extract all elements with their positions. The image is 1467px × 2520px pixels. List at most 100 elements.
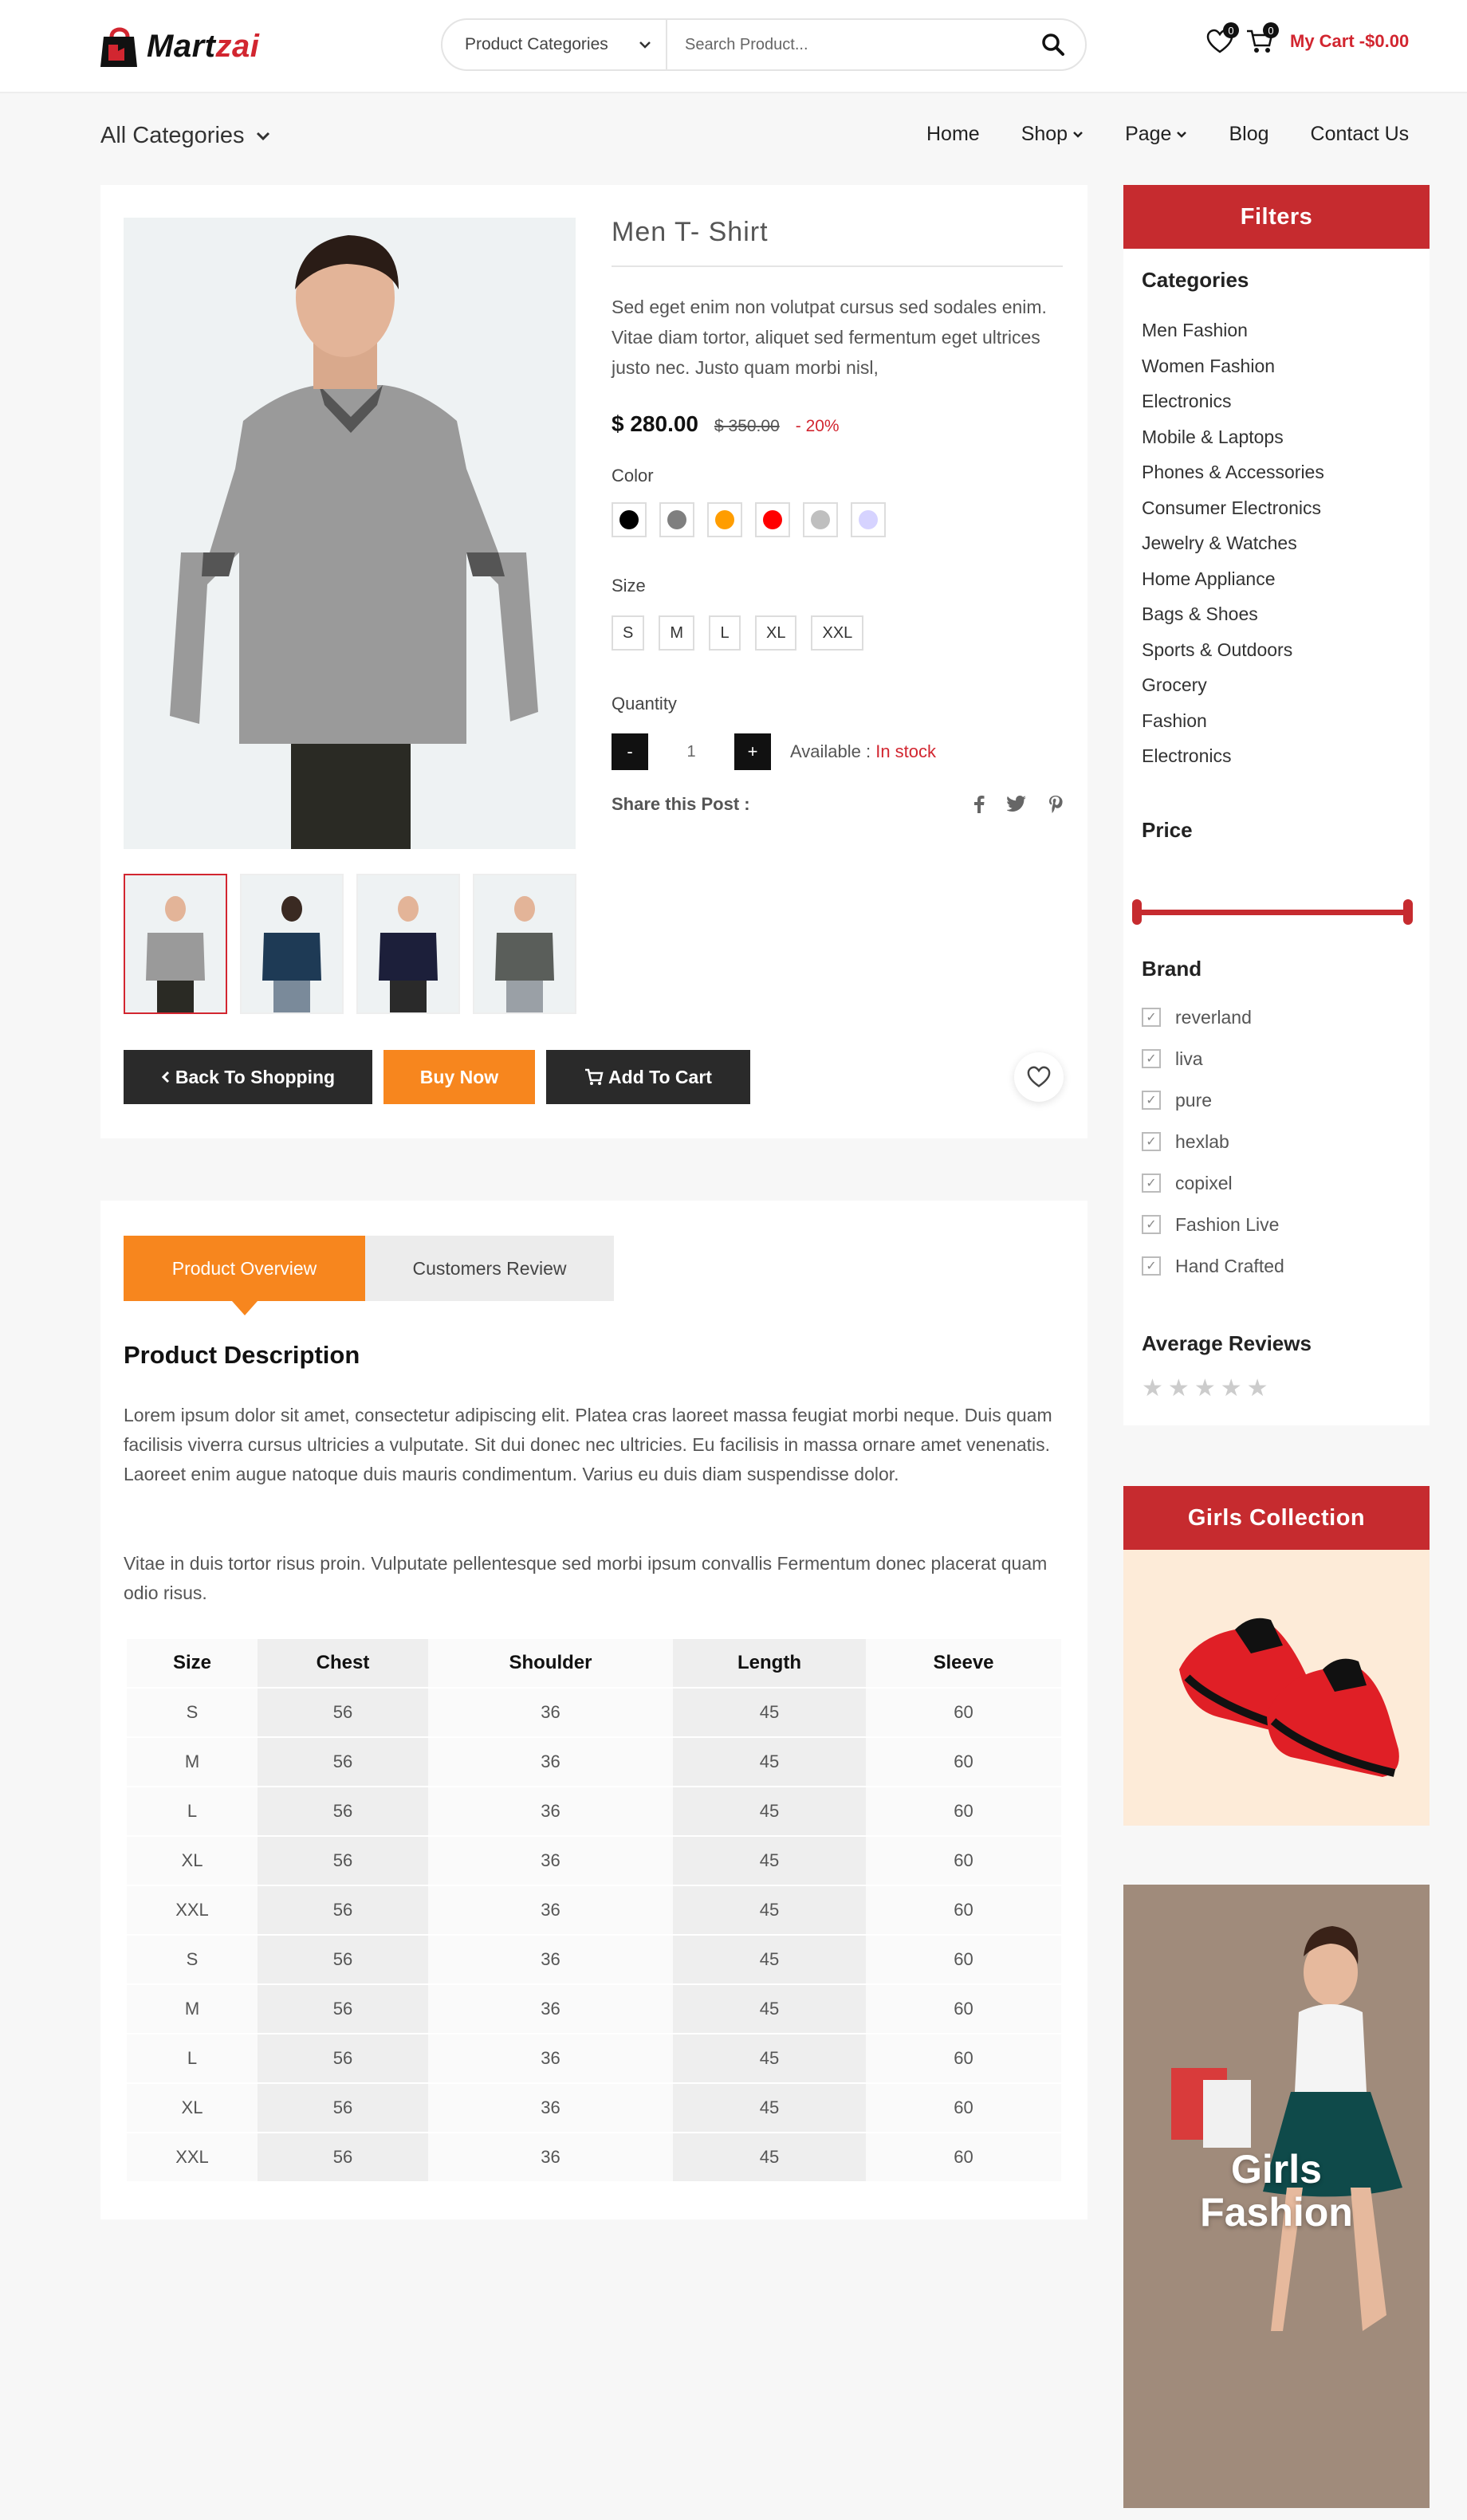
category-item-electronics-2[interactable]: Electronics xyxy=(1142,738,1324,774)
girls-fashion-line1: Girls xyxy=(1231,2147,1322,2192)
cart-button[interactable]: 0 xyxy=(1244,22,1279,57)
nav-page[interactable]: Page xyxy=(1125,123,1187,146)
category-item-phones-accessories[interactable]: Phones & Accessories xyxy=(1142,454,1324,490)
all-categories-dropdown[interactable]: All Categories xyxy=(100,123,270,149)
checkbox[interactable]: ✓ xyxy=(1142,1091,1161,1110)
category-item-sports-outdoors[interactable]: Sports & Outdoors xyxy=(1142,632,1324,668)
table-cell: 45 xyxy=(673,2082,866,2132)
size-option-l[interactable]: L xyxy=(709,615,741,651)
size-option-xxl[interactable]: XXL xyxy=(811,615,864,651)
category-item-men-fashion[interactable]: Men Fashion xyxy=(1142,313,1324,348)
category-select[interactable]: Product Categories xyxy=(442,20,667,69)
chevron-down-icon xyxy=(256,132,269,140)
brand-option-hand-crafted[interactable]: ✓ Hand Crafted xyxy=(1142,1245,1284,1287)
nav-shop[interactable]: Shop xyxy=(1021,123,1084,146)
checkbox[interactable]: ✓ xyxy=(1142,1132,1161,1151)
brand-option-reverland[interactable]: ✓ reverland xyxy=(1142,997,1284,1038)
brand-option-copixel[interactable]: ✓ copixel xyxy=(1142,1162,1284,1204)
category-item-home-appliance[interactable]: Home Appliance xyxy=(1142,561,1324,597)
table-cell: 45 xyxy=(673,1983,866,2033)
girls-collection-banner[interactable]: Girls Collection xyxy=(1123,1486,1430,1826)
table-cell: 36 xyxy=(428,1934,673,1983)
thumbnail-navy-back[interactable] xyxy=(240,874,344,1014)
category-item-women-fashion[interactable]: Women Fashion xyxy=(1142,348,1324,384)
thumbnail-image xyxy=(495,896,554,1012)
table-cell: 60 xyxy=(866,1885,1061,1934)
category-item-electronics[interactable]: Electronics xyxy=(1142,383,1324,419)
nav-blog[interactable]: Blog xyxy=(1229,123,1268,146)
star-icon[interactable]: ★ xyxy=(1221,1374,1242,1402)
nav-home[interactable]: Home xyxy=(926,123,980,146)
checkbox[interactable]: ✓ xyxy=(1142,1256,1161,1276)
table-row: XL 56 36 45 60 xyxy=(127,1835,1061,1885)
brand-option-fashion-live[interactable]: ✓ Fashion Live xyxy=(1142,1204,1284,1245)
color-swatch-black[interactable] xyxy=(612,502,647,537)
category-item-mobile-laptops[interactable]: Mobile & Laptops xyxy=(1142,419,1324,455)
checkbox[interactable]: ✓ xyxy=(1142,1008,1161,1027)
brand-option-liva[interactable]: ✓ liva xyxy=(1142,1038,1284,1079)
color-swatch-silver[interactable] xyxy=(803,502,838,537)
color-dot xyxy=(667,510,686,529)
wishlist-button[interactable]: 0 xyxy=(1204,22,1239,57)
color-swatch-gray[interactable] xyxy=(659,502,694,537)
category-item-fashion[interactable]: Fashion xyxy=(1142,703,1324,739)
brand-label: liva xyxy=(1175,1048,1203,1069)
quantity-input[interactable] xyxy=(648,733,734,770)
search-input[interactable] xyxy=(667,20,1021,69)
nav-contact[interactable]: Contact Us xyxy=(1311,123,1410,146)
product-short-description: Sed eget enim non volutpat cursus sed so… xyxy=(612,297,1047,378)
star-icon[interactable]: ★ xyxy=(1194,1374,1216,1402)
tab-customers-review[interactable]: Customers Review xyxy=(365,1236,614,1301)
table-row: XXL 56 36 45 60 xyxy=(127,2132,1061,2181)
girls-fashion-banner[interactable]: Girls Fashion xyxy=(1123,1885,1430,2508)
logo[interactable]: Martzai xyxy=(99,22,259,70)
qty-decrease-button[interactable]: - xyxy=(612,733,648,770)
buy-now-button[interactable]: Buy Now xyxy=(383,1050,535,1104)
search-button[interactable] xyxy=(1021,20,1085,69)
twitter-icon[interactable] xyxy=(1007,796,1026,812)
color-dot xyxy=(811,510,830,529)
sneaker-image xyxy=(1179,1618,1399,1777)
size-option-s[interactable]: S xyxy=(612,615,645,651)
tab-product-overview[interactable]: Product Overview xyxy=(124,1236,365,1315)
chevron-down-icon xyxy=(639,41,651,49)
facebook-icon[interactable] xyxy=(973,796,985,813)
back-to-shopping-button[interactable]: Back To Shopping xyxy=(124,1050,372,1104)
add-to-wishlist-button[interactable] xyxy=(1014,1052,1064,1102)
color-swatch-orange[interactable] xyxy=(707,502,742,537)
color-swatch-lavender[interactable] xyxy=(851,502,886,537)
star-icon[interactable]: ★ xyxy=(1168,1374,1190,1402)
category-item-jewelry-watches[interactable]: Jewelry & Watches xyxy=(1142,525,1324,561)
thumbnail-gray-tshirt[interactable] xyxy=(124,874,227,1014)
share-row: Share this Post : xyxy=(612,794,1063,815)
price-range-slider[interactable] xyxy=(1132,896,1413,928)
category-item-consumer-electronics[interactable]: Consumer Electronics xyxy=(1142,490,1324,526)
add-to-cart-button[interactable]: Add To Cart xyxy=(546,1050,750,1104)
table-cell: 36 xyxy=(428,1885,673,1934)
checkbox[interactable]: ✓ xyxy=(1142,1174,1161,1193)
thumbnail-charcoal[interactable] xyxy=(473,874,576,1014)
table-header-row: Size Chest Shoulder Length Sleeve xyxy=(127,1639,1061,1687)
table-row: XXL 56 36 45 60 xyxy=(127,1885,1061,1934)
brand-option-hexlab[interactable]: ✓ hexlab xyxy=(1142,1121,1284,1162)
table-cell: 45 xyxy=(673,2132,866,2181)
color-swatch-red[interactable] xyxy=(755,502,790,537)
star-icon[interactable]: ★ xyxy=(1142,1374,1163,1402)
qty-increase-button[interactable]: + xyxy=(734,733,771,770)
thumbnail-dark-navy[interactable] xyxy=(356,874,460,1014)
brand-option-pure[interactable]: ✓ pure xyxy=(1142,1079,1284,1121)
star-icon[interactable]: ★ xyxy=(1247,1374,1268,1402)
cart-total-link[interactable]: My Cart -$0.00 xyxy=(1290,31,1409,52)
category-item-bags-shoes[interactable]: Bags & Shoes xyxy=(1142,596,1324,632)
size-option-xl[interactable]: XL xyxy=(755,615,797,651)
product-main-image xyxy=(124,218,576,849)
rating-stars[interactable]: ★ ★ ★ ★ ★ xyxy=(1142,1374,1268,1402)
checkbox[interactable]: ✓ xyxy=(1142,1215,1161,1234)
size-option-m[interactable]: M xyxy=(659,615,695,651)
logo-text-part2: zai xyxy=(215,28,260,64)
pinterest-icon[interactable] xyxy=(1048,796,1063,813)
category-item-grocery[interactable]: Grocery xyxy=(1142,667,1324,703)
table-row: XL 56 36 45 60 xyxy=(127,2082,1061,2132)
checkbox[interactable]: ✓ xyxy=(1142,1049,1161,1068)
chevron-left-icon xyxy=(161,1071,169,1083)
